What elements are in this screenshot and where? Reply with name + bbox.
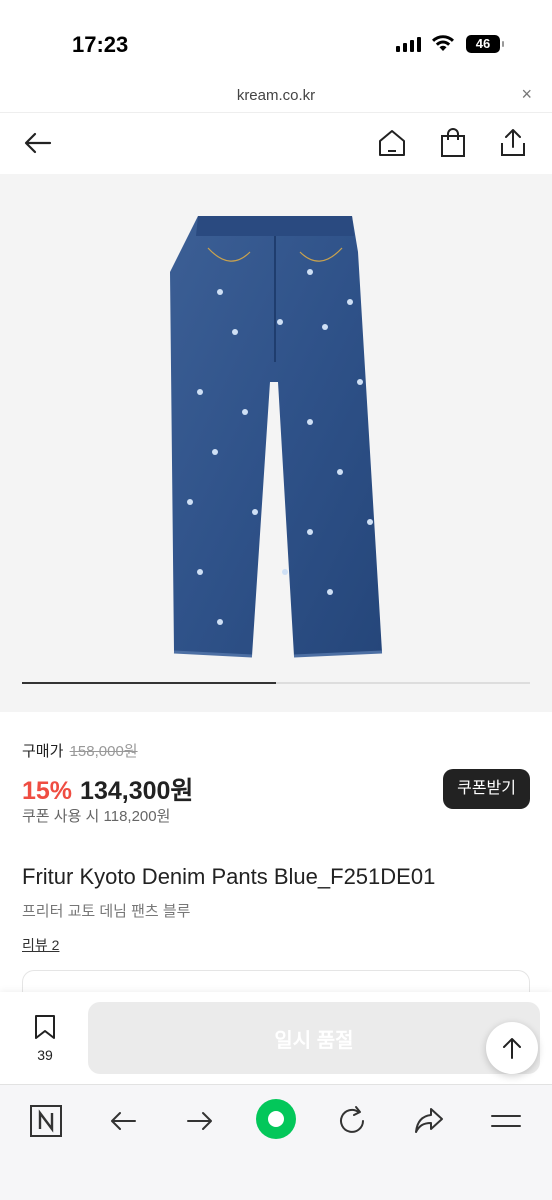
status-time: 17:23 xyxy=(72,32,129,57)
back-arrow-icon[interactable] xyxy=(22,127,54,159)
purchase-action-bar: 39 일시 품절 xyxy=(0,992,552,1084)
soldout-button[interactable]: 일시 품절 xyxy=(88,1002,540,1074)
shopping-bag-icon[interactable] xyxy=(437,127,469,159)
carousel-progress-fill xyxy=(22,682,276,684)
product-image[interactable] xyxy=(160,212,390,662)
wifi-icon xyxy=(432,35,454,51)
arrow-up-icon xyxy=(503,1038,521,1059)
product-info: 구매가 158,000원 15% 134,300원 쿠폰받기 쿠폰 사용 시 11… xyxy=(22,712,530,955)
cellular-signal-icon xyxy=(396,36,421,52)
bookmark-button[interactable]: 39 xyxy=(28,1014,62,1063)
status-bar: 17:23 46 xyxy=(0,0,552,80)
product-title: Fritur Kyoto Denim Pants Blue_F251DE01 xyxy=(22,864,436,889)
app-header xyxy=(0,112,552,174)
scroll-top-button[interactable] xyxy=(486,1022,538,1074)
product-subtitle: 프리터 교토 데님 팬츠 블루 xyxy=(22,903,191,920)
discount-rate: 15% xyxy=(22,777,73,805)
product-image-carousel[interactable] xyxy=(0,174,552,712)
back-icon[interactable] xyxy=(105,1103,141,1139)
price-row: 15% 134,300원 쿠폰받기 xyxy=(22,769,530,809)
menu-icon[interactable] xyxy=(488,1103,524,1139)
green-dot-icon[interactable] xyxy=(254,1097,298,1141)
close-icon[interactable]: × xyxy=(521,84,532,105)
url-text: kream.co.kr xyxy=(236,87,316,104)
forward-icon[interactable] xyxy=(182,1103,218,1139)
browser-toolbar xyxy=(0,1084,552,1200)
get-coupon-button[interactable]: 쿠폰받기 xyxy=(443,769,530,809)
battery-icon: 46 xyxy=(466,35,504,53)
home-icon[interactable] xyxy=(376,127,408,159)
price: 15% 134,300원 xyxy=(22,771,193,807)
naver-home-icon[interactable] xyxy=(28,1103,64,1139)
bookmark-icon xyxy=(35,1015,55,1039)
carousel-progress xyxy=(22,682,530,684)
buy-label: 구매가 xyxy=(22,743,64,760)
review-link[interactable]: 리뷰 2 xyxy=(22,935,59,955)
refresh-icon[interactable] xyxy=(334,1103,370,1139)
share-icon[interactable] xyxy=(497,127,529,159)
original-price: 158,000원 xyxy=(69,743,138,760)
share-icon[interactable] xyxy=(411,1103,447,1139)
url-bar[interactable]: kream.co.kr × xyxy=(0,80,552,112)
bookmark-count: 39 xyxy=(37,1047,53,1063)
sale-price: 134,300원 xyxy=(80,777,194,805)
buy-price-row: 구매가 158,000원 xyxy=(22,740,530,761)
